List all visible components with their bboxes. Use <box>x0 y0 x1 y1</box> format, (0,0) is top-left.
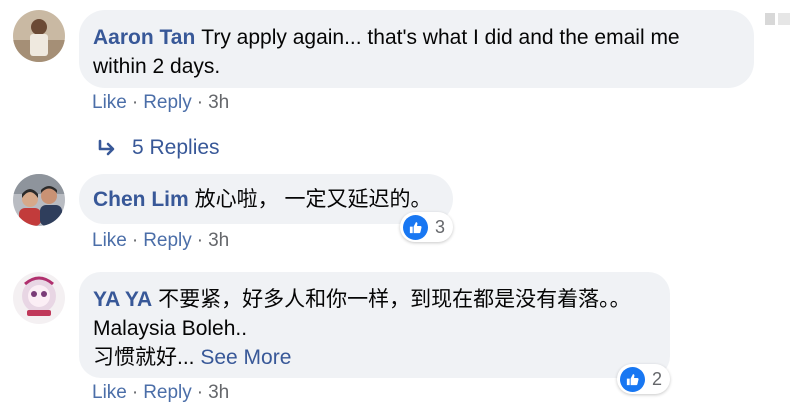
replies-count[interactable]: 5 Replies <box>132 136 220 159</box>
comments-section: Aaron Tan Try apply again... that's what … <box>0 0 800 412</box>
like-icon <box>620 366 645 392</box>
comment-bubble: Aaron Tan Try apply again... that's what … <box>79 10 754 88</box>
reply-link[interactable]: Reply <box>143 92 192 113</box>
comment-text: 习惯就好... <box>93 346 195 369</box>
comment-author[interactable]: Chen Lim <box>93 188 189 211</box>
like-link[interactable]: Like <box>92 92 127 113</box>
separator: · <box>196 230 204 251</box>
view-replies-link[interactable]: 5 Replies <box>96 136 220 160</box>
separator: · <box>131 382 139 403</box>
comment-bubble: Chen Lim 放心啦， 一定又延迟的。 <box>79 174 453 224</box>
timestamp[interactable]: 3h <box>208 382 229 403</box>
comment-actions: Like · Reply · 3h <box>92 92 229 114</box>
avatar-chen-lim[interactable] <box>13 174 65 226</box>
comment-text: 不要紧，好多人和你一样，到现在都是没有着落。。 <box>158 288 631 311</box>
like-icon <box>403 214 428 240</box>
comment-bubble: YA YA 不要紧，好多人和你一样，到现在都是没有着落。。 Malaysia Bo… <box>79 272 670 378</box>
timestamp[interactable]: 3h <box>208 92 229 113</box>
separator: · <box>196 92 204 113</box>
separator: · <box>131 230 139 251</box>
reaction-count: 2 <box>652 368 663 389</box>
avatar-aaron-tan[interactable] <box>13 10 65 62</box>
reply-link[interactable]: Reply <box>143 382 192 403</box>
avatar-ya-ya[interactable] <box>13 272 65 324</box>
see-more-link[interactable]: See More <box>200 346 291 369</box>
comment-author[interactable]: Aaron Tan <box>93 26 195 49</box>
comment-author[interactable]: YA YA <box>93 288 152 311</box>
separator: · <box>131 92 139 113</box>
reaction-count: 3 <box>435 216 446 237</box>
comment-text: Malaysia Boleh.. <box>93 317 248 340</box>
timestamp[interactable]: 3h <box>208 230 229 251</box>
like-link[interactable]: Like <box>92 230 127 251</box>
reaction-summary[interactable]: 2 <box>617 364 671 394</box>
separator: · <box>196 382 204 403</box>
comment-actions: Like · Reply · 3h <box>92 230 229 252</box>
comment-text: Try apply again... that's what I did and… <box>201 26 680 49</box>
reply-link[interactable]: Reply <box>143 230 192 251</box>
reaction-summary[interactable]: 3 <box>400 212 454 242</box>
comment-text: 放心啦， 一定又延迟的。 <box>194 188 432 211</box>
reply-arrow-icon <box>98 140 115 156</box>
comment-text: within 2 days. <box>93 55 221 78</box>
like-link[interactable]: Like <box>92 382 127 403</box>
comment-actions: Like · Reply · 3h <box>92 382 229 404</box>
watermark-icon <box>765 13 790 25</box>
